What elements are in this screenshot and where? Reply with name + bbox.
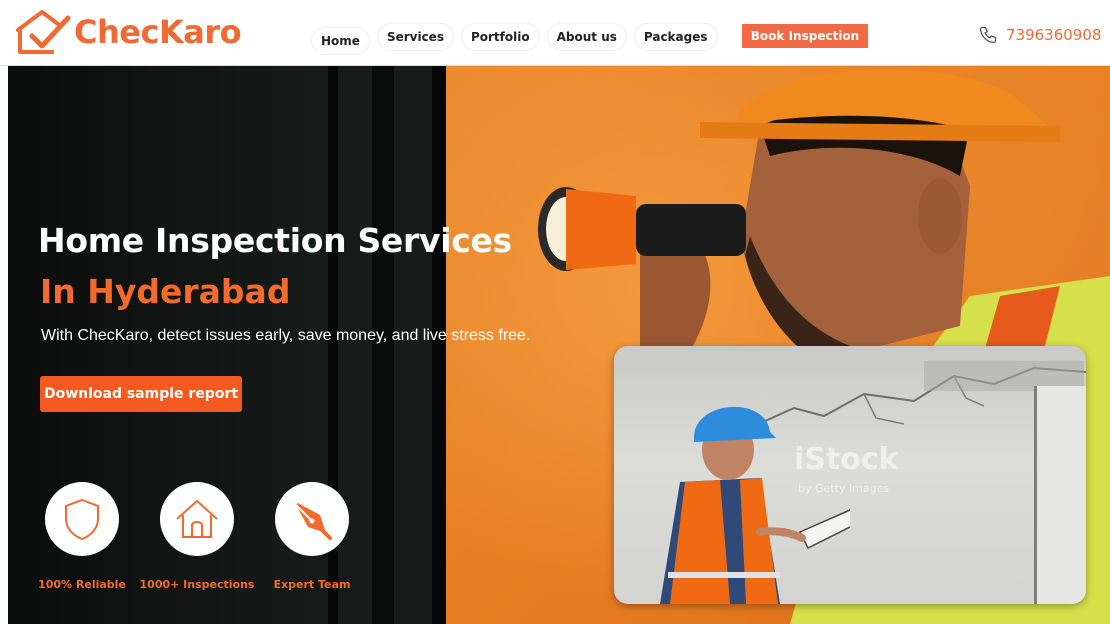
nav-services[interactable]: Services <box>377 24 453 50</box>
house-icon <box>176 500 218 538</box>
feature-icon-circle <box>160 482 234 556</box>
feature-reliable: 100% Reliable <box>22 482 142 591</box>
window-frame <box>372 66 394 624</box>
pen-nib-icon <box>295 503 332 540</box>
phone-contact[interactable]: 7396360908 <box>978 25 1101 45</box>
feature-icon-circle <box>275 482 349 556</box>
nav-portfolio[interactable]: Portfolio <box>461 24 539 50</box>
feature-inspections: 1000+ Inspections <box>137 482 257 591</box>
phone-number[interactable]: 7396360908 <box>1006 26 1101 44</box>
navbar: ChecKaro Home Services Portfolio About u… <box>0 0 1110 66</box>
logo[interactable]: ChecKaro <box>14 8 242 56</box>
hero-left-margin <box>0 66 8 624</box>
main-nav: Home Services Portfolio About us Package… <box>312 24 726 54</box>
door-image <box>1034 386 1086 604</box>
feature-label: Expert Team <box>273 578 351 591</box>
video-thumbnail[interactable]: iStock by Getty Images <box>614 346 1086 604</box>
window-frame <box>432 66 446 624</box>
feature-label: 100% Reliable <box>38 578 126 591</box>
nav-home[interactable]: Home <box>312 28 369 54</box>
watermark-subtext: by Getty Images <box>798 482 890 495</box>
hero-subtitle: In Hyderabad <box>40 272 291 311</box>
nav-about-us[interactable]: About us <box>547 24 626 50</box>
nav-packages[interactable]: Packages <box>634 24 717 50</box>
hero-tagline: With ChecKaro, detect issues early, save… <box>41 327 531 344</box>
hero-title: Home Inspection Services <box>38 221 512 260</box>
hero-section: Home Inspection Services In Hyderabad Wi… <box>0 66 1110 624</box>
phone-icon <box>979 26 997 44</box>
shield-icon <box>65 498 99 541</box>
feature-label: 1000+ Inspections <box>139 578 255 591</box>
brand-name: ChecKaro <box>74 13 242 51</box>
feature-icon-circle <box>45 482 119 556</box>
feature-expert-team: Expert Team <box>252 482 372 591</box>
house-check-logo-icon <box>16 10 71 54</box>
book-inspection-button[interactable]: Book Inspection <box>742 24 868 48</box>
download-sample-report-button[interactable]: Download sample report <box>40 376 242 412</box>
watermark-text: iStock <box>794 442 899 477</box>
flashlight-image <box>538 187 746 271</box>
